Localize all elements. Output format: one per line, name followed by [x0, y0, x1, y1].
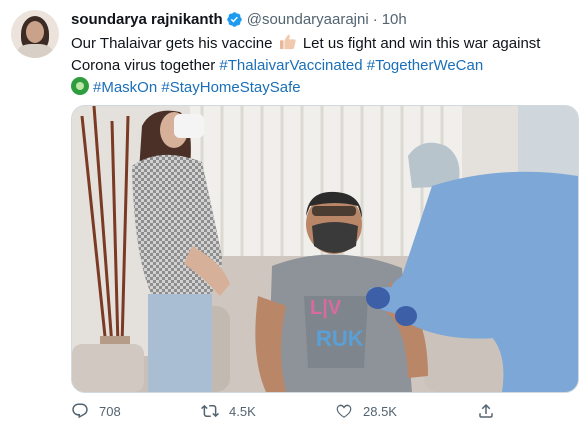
tweet-text-part2: Let us fight and win this war against [302, 35, 541, 52]
author-handle[interactable]: @soundaryaarajni [247, 11, 369, 28]
svg-text:L|V: L|V [310, 297, 342, 319]
hashtag-stay-home-stay-safe[interactable]: #StayHomeStaySafe [161, 79, 300, 96]
tweet-text-part3: Corona virus together [71, 57, 216, 74]
like-button[interactable]: 28.5K [335, 402, 397, 420]
tweet-header: soundarya rajnikanth @soundaryaarajni · … [71, 10, 407, 28]
author-avatar[interactable] [11, 10, 59, 58]
retweet-icon [201, 404, 219, 418]
tweet-actions: 708 4.5K 28.5K [71, 402, 511, 422]
avatar-shirt [17, 44, 53, 58]
reply-button[interactable]: 708 [71, 402, 121, 420]
retweet-count: 4.5K [229, 403, 256, 419]
sofa-left [72, 344, 144, 392]
hashtag-thalaivar-vaccinated[interactable]: #ThalaivarVaccinated [219, 57, 362, 74]
reply-count: 708 [99, 403, 121, 419]
tweet-photo[interactable]: L|V RUK [71, 105, 579, 393]
heart-icon [336, 404, 352, 418]
hashtag-together-we-can[interactable]: #TogetherWeCan [367, 57, 483, 74]
header-separator: · [372, 10, 378, 28]
svg-text:RUK: RUK [316, 326, 364, 351]
author-name[interactable]: soundarya rajnikanth [71, 11, 223, 28]
tweet-text: Our Thalaivar gets his vaccine Let us fi… [71, 33, 576, 99]
tweet-timestamp[interactable]: 10h [382, 11, 407, 28]
thumbs-up-emoji-icon [279, 34, 297, 50]
like-count: 28.5K [363, 403, 397, 419]
hashtag-mask-on[interactable]: #MaskOn [93, 79, 157, 96]
microbe-emoji-icon [71, 77, 89, 95]
tweet-text-part1: Our Thalaivar gets his vaccine [71, 35, 273, 52]
share-icon [479, 403, 493, 418]
reply-icon [72, 403, 88, 419]
retweet-button[interactable]: 4.5K [201, 402, 256, 420]
verified-badge-icon [226, 11, 243, 28]
share-button[interactable] [477, 402, 505, 420]
avatar-face [26, 21, 44, 43]
